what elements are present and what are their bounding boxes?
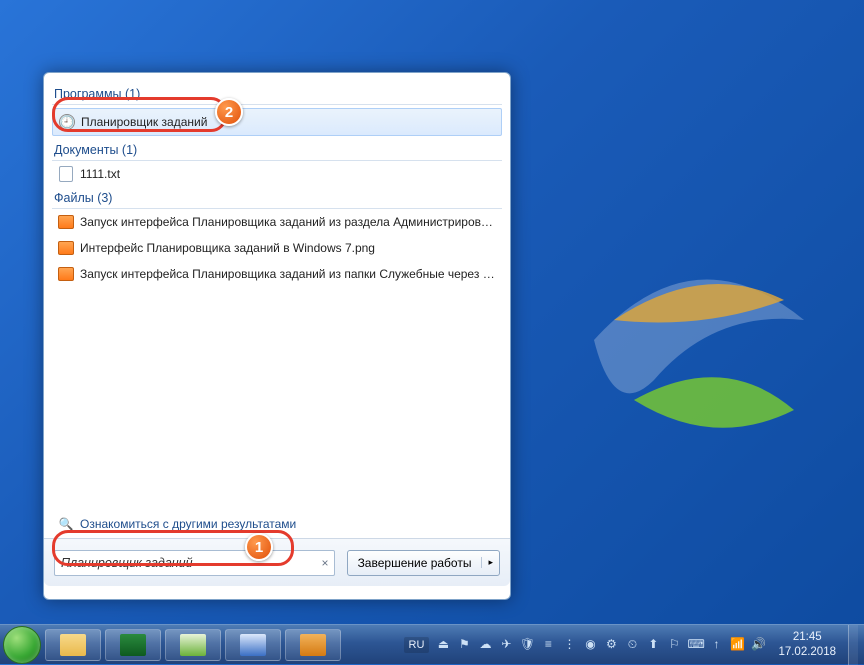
tray-icon-14[interactable]: 📶 [729,637,745,652]
tray-icon-12[interactable]: ⌨ [687,637,703,652]
windows-logo-swirl [554,200,834,480]
shutdown-options-arrow[interactable]: ▸ [481,557,499,568]
tray-icon-8[interactable]: ⚙ [603,637,619,652]
clock-date: 17.02.2018 [778,645,836,659]
image-file-icon [58,240,74,256]
tray-icon-6[interactable]: ⋮ [561,637,577,652]
tray-icon-5[interactable]: ≡ [540,637,556,652]
file-3[interactable]: Запуск интерфейса Планировщика заданий и… [52,261,502,287]
clear-search-icon[interactable]: × [322,556,329,570]
start-button[interactable] [3,626,41,664]
taskbar-app-word[interactable] [225,629,281,661]
file-1[interactable]: Запуск интерфейса Планировщика заданий и… [52,209,502,235]
group-header: Документы (1) [52,141,502,161]
taskbar: RU ⏏ ⚑ ☁ ✈ 🛡 ≡ ⋮ ◉ ⚙ ⏲ ⬆ ⚐ ⌨ ↑ 📶 🔊 21:45 17.02.2018 [0,624,864,664]
system-tray: RU ⏏ ⚑ ☁ ✈ 🛡 ≡ ⋮ ◉ ⚙ ⏲ ⬆ ⚐ ⌨ ↑ 📶 🔊 21:45 17.02.2018 [404,625,864,664]
explorer-icon [60,634,86,656]
taskbar-app-excel[interactable] [165,629,221,661]
media-icon [300,634,326,656]
tray-icon-0[interactable]: ⏏ [435,637,451,652]
item-label: Запуск интерфейса Планировщика заданий и… [80,267,496,281]
text-file-icon [58,166,74,182]
show-desktop-button[interactable] [848,625,858,665]
tray-icon-11[interactable]: ⚐ [666,637,682,652]
item-label: Интерфейс Планировщика заданий в Windows… [80,241,375,255]
tray-icon-4[interactable]: 🛡 [519,637,535,652]
group-header: Программы (1) [52,85,502,105]
search-icon: 🔍 [58,516,74,532]
group-header: Файлы (3) [52,189,502,209]
word-icon [240,634,266,656]
task-scheduler-item[interactable]: 🕘 Планировщик заданий [52,108,502,136]
see-more-results-link[interactable]: 🔍 Ознакомиться с другими результатами [52,510,502,538]
language-indicator[interactable]: RU [404,637,430,653]
taskmgr-icon [120,634,146,656]
tray-icon-3[interactable]: ✈ [498,637,514,652]
shutdown-label: Завершение работы [348,556,482,570]
image-file-icon [58,214,74,230]
more-results-label: Ознакомиться с другими результатами [80,517,296,531]
tray-icon-1[interactable]: ⚑ [456,637,472,652]
search-input[interactable] [54,550,335,576]
tray-icon-10[interactable]: ⬆ [645,637,661,652]
file-2[interactable]: Интерфейс Планировщика заданий в Windows… [52,235,502,261]
tray-icon-15[interactable]: 🔊 [750,637,766,652]
start-menu-bottom-bar: × Завершение работы ▸ [44,538,510,586]
tray-icon-9[interactable]: ⏲ [624,637,640,652]
image-file-icon [58,266,74,282]
taskbar-app-explorer[interactable] [45,629,101,661]
tray-icon-2[interactable]: ☁ [477,637,493,652]
clock-time: 21:45 [778,630,836,644]
annotation-badge-1: 1 [245,533,273,561]
tray-icon-7[interactable]: ◉ [582,637,598,652]
doc-1111[interactable]: 1111.txt [52,161,502,187]
item-label: Планировщик заданий [81,115,207,129]
taskbar-clock[interactable]: 21:45 17.02.2018 [772,630,842,659]
shutdown-button[interactable]: Завершение работы ▸ [347,550,500,576]
tray-icon-13[interactable]: ↑ [708,637,724,652]
clock-icon: 🕘 [59,114,75,130]
excel-icon [180,634,206,656]
taskbar-app-taskmgr[interactable] [105,629,161,661]
item-label: Запуск интерфейса Планировщика заданий и… [80,215,496,229]
annotation-badge-2: 2 [215,98,243,126]
taskbar-app-media[interactable] [285,629,341,661]
start-menu: Программы (1) 🕘 Планировщик заданий Докумен… [43,72,511,600]
item-label: 1111.txt [80,167,120,181]
